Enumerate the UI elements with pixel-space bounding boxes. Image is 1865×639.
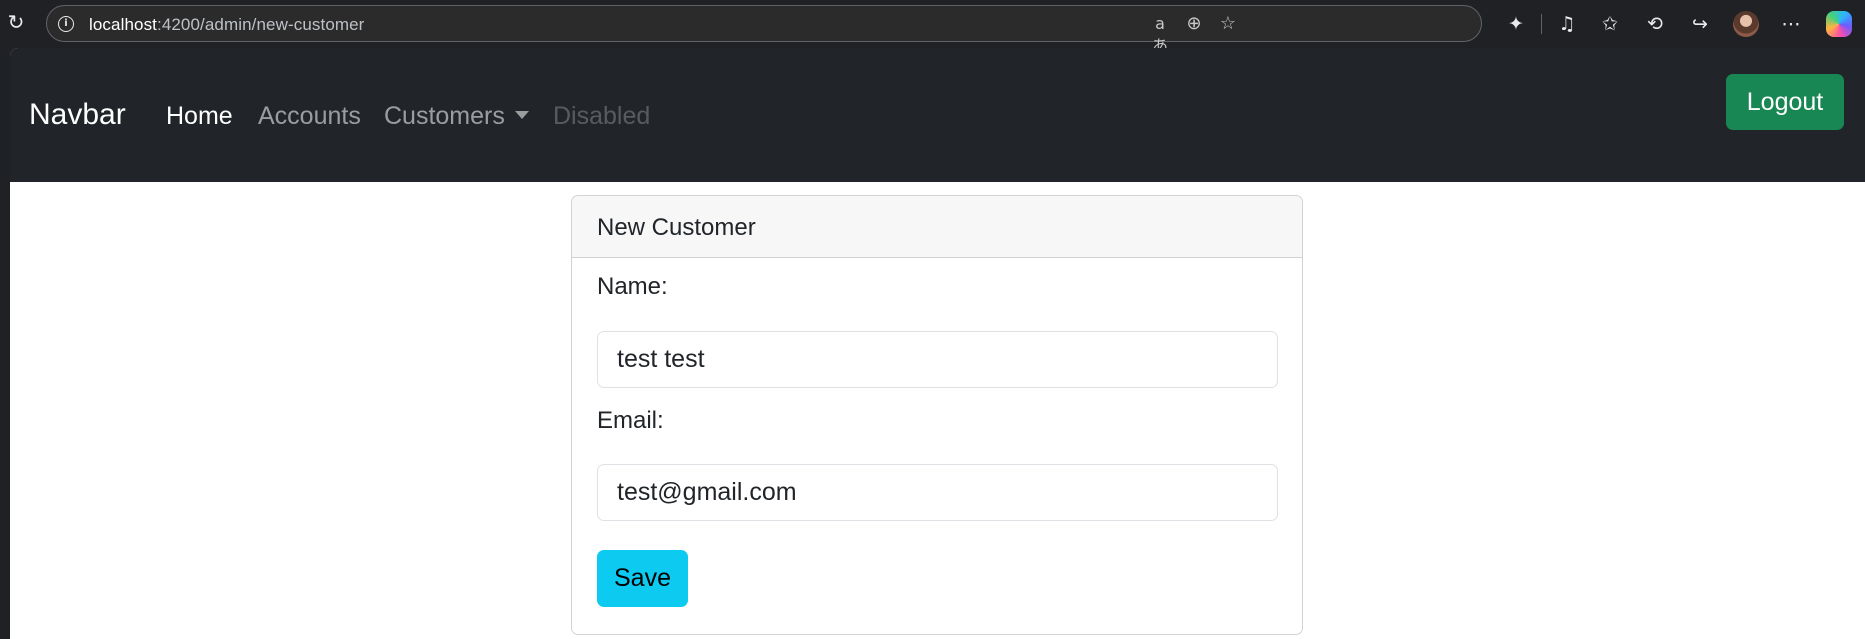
profile-avatar[interactable] [1733,11,1759,37]
navbar: Navbar Home Accounts Customers Disabled … [10,48,1865,182]
card-title: New Customer [597,214,756,241]
new-customer-card: New Customer Name: Email: Save [571,195,1303,635]
share-icon[interactable]: ↪ [1688,12,1712,36]
page-viewport: Navbar Home Accounts Customers Disabled … [10,48,1865,639]
url-path: :4200/admin/new-customer [157,15,365,34]
name-label: Name: [597,273,668,300]
read-aloud-icon[interactable]: aあ [1149,13,1171,55]
save-button[interactable]: Save [597,550,688,607]
logout-button[interactable]: Logout [1726,74,1844,130]
url-text[interactable]: localhost:4200/admin/new-customer [89,15,364,35]
zoom-icon[interactable]: ⊕ [1183,13,1205,35]
reload-icon[interactable]: ↻ [5,12,27,34]
address-bar[interactable]: i localhost:4200/admin/new-customer aあ ⊕… [46,5,1482,55]
star-icon[interactable]: ☆ [1217,13,1239,35]
browser-toolbar: ↻ i localhost:4200/admin/new-customer aあ… [0,0,1865,55]
puzzle-icon[interactable]: ✦ [1504,12,1528,36]
navbar-brand[interactable]: Navbar [29,98,126,132]
info-icon[interactable]: i [58,16,74,32]
email-input[interactable] [597,464,1278,521]
copilot-icon[interactable] [1826,11,1852,37]
favorites-icon[interactable]: ✩ [1598,12,1622,36]
nav-link-customers-label: Customers [384,102,505,130]
nav-link-accounts[interactable]: Accounts [258,102,361,131]
name-input[interactable] [597,331,1278,388]
nav-link-disabled: Disabled [553,102,651,130]
music-icon[interactable]: ♫ [1555,12,1579,36]
chevron-down-icon [514,111,529,120]
nav-dropdown-customers[interactable]: Customers [384,102,529,131]
toolbar-divider [1541,14,1542,34]
more-icon[interactable]: ⋯ [1779,12,1803,36]
history-icon[interactable]: ⟲ [1643,12,1667,36]
card-header: New Customer [572,196,1302,258]
email-label: Email: [597,407,664,434]
url-host: localhost [89,15,157,34]
nav-link-home[interactable]: Home [166,102,233,131]
